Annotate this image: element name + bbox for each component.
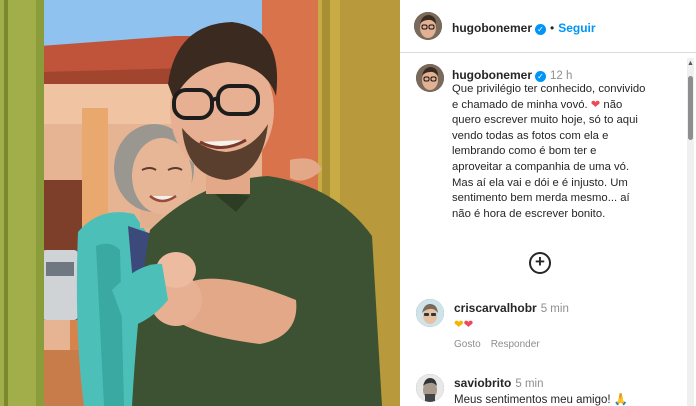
- comment-time[interactable]: 5 min: [515, 378, 543, 390]
- caption-line: e chamado de minha vovó. ❤ não: [452, 98, 684, 114]
- caption-line: Mas aí ela vai e dói e é injusto. Um: [452, 176, 628, 189]
- comment-header: criscarvalhobr 5 min: [454, 301, 569, 315]
- caption-line: quero escrever muito hoje, só to aqui: [452, 114, 638, 127]
- avatar-image: [416, 374, 444, 402]
- caption-line: Que privilégio ter conhecido, convivido: [452, 83, 646, 95]
- caption-line-text: e chamado de minha vovó.: [452, 98, 588, 111]
- caption-line-text: não: [603, 98, 623, 111]
- avatar-image: [414, 12, 442, 40]
- avatar[interactable]: [414, 12, 442, 40]
- yellow-heart-icon: ❤: [454, 319, 464, 331]
- caption-time[interactable]: 12 h: [550, 70, 572, 82]
- comment-avatar[interactable]: [416, 299, 444, 327]
- scroll-up-arrow-icon[interactable]: ▲: [687, 60, 694, 67]
- caption-line: lembrando como é bom ter e: [452, 145, 597, 158]
- comment-text: Meus sentimentos meu amigo! 🙏: [454, 392, 628, 406]
- caption-avatar[interactable]: [416, 64, 444, 92]
- verified-badge-icon: ✓: [535, 24, 546, 35]
- comment-text-content: Meus sentimentos meu amigo!: [454, 394, 611, 406]
- caption-line: sentimento bem merda mesmo... aí: [452, 192, 630, 205]
- comment-username[interactable]: saviobrito: [454, 376, 511, 390]
- post-side-panel: hugobonemer ✓ • Seguir hugobonemer ✓ 12 h Que…: [400, 0, 696, 406]
- red-heart-icon: ❤: [463, 319, 474, 331]
- comment-header: saviobrito 5 min: [454, 376, 543, 390]
- reply-button[interactable]: Responder: [491, 339, 540, 350]
- caption-line: aproveitar a companhia de uma vó.: [452, 160, 630, 173]
- caption-username[interactable]: hugobonemer: [452, 68, 532, 82]
- comment-actions: Gosto Responder: [454, 339, 550, 350]
- post-photo[interactable]: [0, 0, 400, 406]
- comment-text: ❤❤: [454, 317, 473, 331]
- folded-hands-icon: 🙏: [613, 394, 629, 406]
- comment-time[interactable]: 5 min: [541, 303, 569, 315]
- post-header: hugobonemer ✓ • Seguir: [400, 0, 696, 53]
- header-username[interactable]: hugobonemer: [452, 21, 532, 35]
- scrollbar-thumb[interactable]: [688, 76, 693, 140]
- caption-line: não é hora de escrever bonito.: [452, 207, 606, 220]
- comment-username[interactable]: criscarvalhobr: [454, 301, 537, 315]
- red-heart-icon: ❤: [590, 98, 601, 111]
- follow-button[interactable]: Seguir: [558, 21, 595, 35]
- caption-line: vendo todas as fotos com ela e: [452, 129, 609, 142]
- avatar-image: [416, 64, 444, 92]
- plus-circle-icon[interactable]: +: [529, 252, 551, 274]
- photo-illustration: [0, 0, 400, 406]
- verified-badge-icon: ✓: [535, 71, 546, 82]
- comment-avatar[interactable]: [416, 374, 444, 402]
- avatar-image: [416, 299, 444, 327]
- header-separator: •: [550, 21, 555, 35]
- caption-text: Que privilégio ter conhecido, convivido …: [452, 82, 684, 222]
- like-comment-button[interactable]: Gosto: [454, 339, 481, 350]
